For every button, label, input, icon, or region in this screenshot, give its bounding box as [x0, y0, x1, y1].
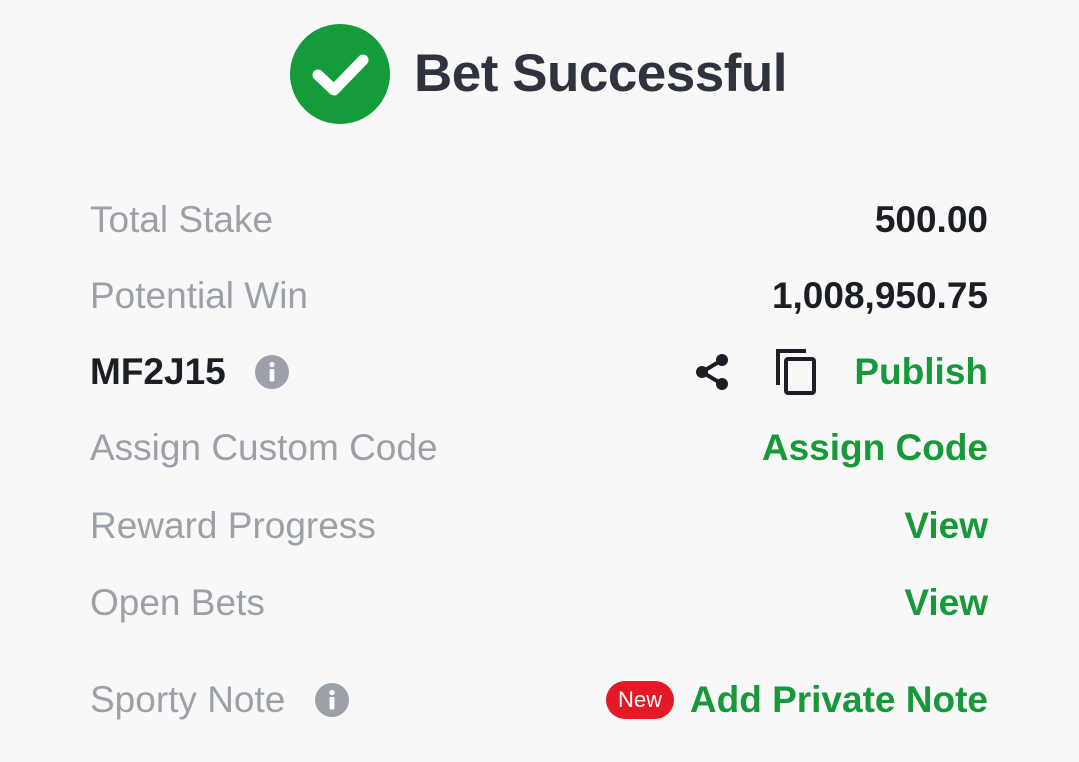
info-icon[interactable]	[255, 355, 289, 389]
booking-code-row: MF2J15 Publish	[90, 342, 988, 402]
reward-progress-label: Reward Progress	[90, 505, 376, 546]
check-circle-icon	[290, 24, 390, 124]
total-stake-label: Total Stake	[90, 199, 274, 240]
success-header: Bet Successful	[0, 24, 1079, 124]
new-badge: New	[606, 681, 674, 719]
share-icon[interactable]	[692, 351, 734, 393]
info-icon[interactable]	[315, 683, 349, 717]
sporty-note-row: Sporty Note New Add Private Note	[90, 670, 988, 730]
custom-code-row: Assign Custom Code Assign Code	[90, 418, 988, 478]
potential-win-value: 1,008,950.75	[771, 275, 988, 316]
potential-win-label: Potential Win	[90, 275, 308, 316]
publish-button[interactable]: Publish	[854, 351, 988, 393]
assign-code-button[interactable]: Assign Code	[762, 427, 988, 469]
total-stake-row: Total Stake 500.00	[90, 190, 988, 250]
reward-progress-row: Reward Progress View	[90, 496, 988, 556]
copy-icon[interactable]	[774, 347, 820, 397]
total-stake-value: 500.00	[874, 199, 988, 240]
reward-progress-view-link[interactable]: View	[904, 505, 988, 547]
add-private-note-button[interactable]: Add Private Note	[690, 679, 988, 721]
open-bets-label: Open Bets	[90, 582, 265, 623]
page-title: Bet Successful	[414, 44, 787, 103]
custom-code-label: Assign Custom Code	[90, 427, 438, 468]
open-bets-view-link[interactable]: View	[904, 582, 988, 624]
open-bets-row: Open Bets View	[90, 573, 988, 633]
potential-win-row: Potential Win 1,008,950.75	[90, 266, 988, 326]
booking-code: MF2J15	[90, 351, 226, 392]
sporty-note-label: Sporty Note	[90, 679, 286, 720]
